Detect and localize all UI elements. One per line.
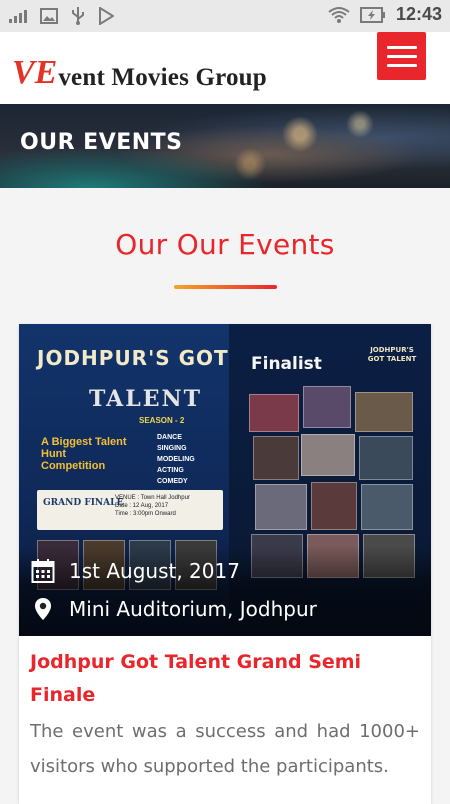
calendar-icon xyxy=(31,559,55,583)
poster-category: MODELING xyxy=(157,456,195,463)
site-logo[interactable]: VE vent Movies Group xyxy=(12,38,267,91)
poster-photo xyxy=(249,394,299,432)
banner-title: OUR EVENTS xyxy=(20,130,183,155)
poster-venue-line: Time : 3:00pm Onward xyxy=(115,511,176,517)
section-divider xyxy=(174,285,277,289)
poster-category: SINGING xyxy=(157,445,187,452)
poster-grand-finale-box: GRAND FINALE VENUE : Town Hall Jodhpur D… xyxy=(37,490,223,530)
hamburger-icon-bar xyxy=(386,54,417,58)
hamburger-menu-button[interactable] xyxy=(377,32,426,80)
poster-photo xyxy=(361,484,413,530)
status-left-icons xyxy=(8,6,114,26)
poster-venue-line: Date : 12 Aug, 2017 xyxy=(115,503,169,509)
section-title: Our Our Events xyxy=(115,228,335,261)
status-time: 12:43 xyxy=(395,4,442,24)
signal-icon xyxy=(9,10,27,23)
poster-big-text: A Biggest Talent Hunt Competition xyxy=(41,436,127,472)
poster-photo xyxy=(255,484,307,530)
battery-charging-icon xyxy=(359,6,385,23)
event-poster-image[interactable]: JODHPUR'S GOT TALENT SEASON - 2 A Bigges… xyxy=(19,324,431,636)
event-card[interactable]: JODHPUR'S GOT TALENT SEASON - 2 A Bigges… xyxy=(19,324,431,804)
poster-category: COMEDY xyxy=(157,478,188,485)
image-icon xyxy=(40,8,58,24)
wifi-icon xyxy=(328,6,350,23)
event-location-row: Mini Auditorium, Jodhpur xyxy=(31,596,317,622)
event-description: The event was a success and had 1000+ vi… xyxy=(30,721,420,777)
poster-small-logo: JODHPUR'S GOT TALENT xyxy=(367,346,417,363)
event-date-row: 1st August, 2017 xyxy=(31,558,240,584)
event-location: Mini Auditorium, Jodhpur xyxy=(69,597,317,621)
poster-photo xyxy=(301,434,355,476)
logo-text: vent Movies Group xyxy=(58,64,267,91)
poster-photo xyxy=(253,436,299,480)
event-title-link[interactable]: Jodhpur Got Talent Grand Semi Finale xyxy=(30,646,420,712)
hamburger-icon-bar xyxy=(386,63,417,67)
status-bar: 12:43 xyxy=(0,0,450,32)
poster-photo xyxy=(359,436,413,480)
poster-category: DANCE xyxy=(157,434,182,441)
map-pin-icon xyxy=(35,598,51,620)
poster-finalist: Finalist xyxy=(251,354,322,374)
status-right-icons: 12:43 xyxy=(328,4,442,25)
hamburger-icon-bar xyxy=(386,45,417,49)
event-date: 1st August, 2017 xyxy=(69,559,240,583)
page-banner: OUR EVENTS xyxy=(0,104,450,188)
poster-talent: TALENT xyxy=(89,386,202,412)
usb-icon xyxy=(72,7,84,25)
site-header: VE vent Movies Group xyxy=(0,32,450,104)
poster-heading: JODHPUR'S GOT xyxy=(37,346,229,370)
poster-category-list: DANCE SINGING MODELING ACTING COMEDY xyxy=(157,432,195,487)
poster-photo xyxy=(311,482,357,530)
poster-venue-details: VENUE : Town Hall Jodhpur Date : 12 Aug,… xyxy=(115,494,190,518)
poster-photo xyxy=(303,386,351,428)
poster-season: SEASON - 2 xyxy=(139,416,185,425)
poster-venue-line: VENUE : Town Hall Jodhpur xyxy=(115,495,190,501)
poster-category: ACTING xyxy=(157,467,184,474)
poster-photo xyxy=(355,392,413,432)
play-store-icon xyxy=(99,7,114,25)
poster-grand-finale: GRAND FINALE xyxy=(43,498,124,508)
logo-mark: VE xyxy=(12,54,58,91)
